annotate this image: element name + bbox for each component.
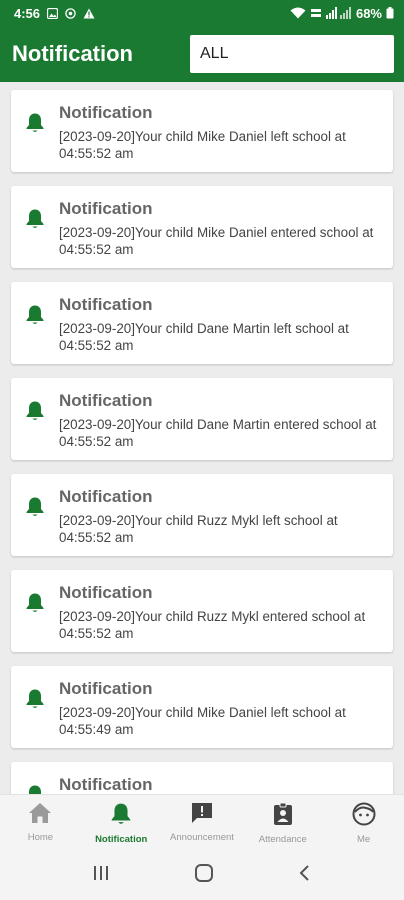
system-nav-bar xyxy=(0,850,404,900)
bell-icon xyxy=(25,112,45,139)
notification-title: Notification xyxy=(59,295,153,314)
notification-message: [2023-09-20]Your child Mike Daniel enter… xyxy=(59,225,374,257)
notification-message: [2023-09-20]Your child Ruzz Mykl left sc… xyxy=(59,513,338,545)
nav-notification[interactable]: Notification xyxy=(81,795,162,850)
bell-icon xyxy=(25,784,45,794)
attendance-icon xyxy=(272,802,294,831)
nav-label: Notification xyxy=(95,834,148,845)
page-title: Notification xyxy=(12,41,133,66)
notification-card[interactable]: Notification [2023-09-20]Your child Dane… xyxy=(11,282,393,364)
notification-title: Notification xyxy=(59,199,153,218)
battery-icon xyxy=(386,7,394,19)
notification-title: Notification xyxy=(59,775,153,794)
bell-icon xyxy=(25,400,45,427)
nav-label: Me xyxy=(356,834,371,845)
notification-title: Notification xyxy=(59,391,153,410)
notification-card[interactable]: Notification xyxy=(11,762,393,794)
bell-icon xyxy=(25,208,45,235)
bell-icon xyxy=(25,496,45,523)
gallery-icon xyxy=(47,7,59,19)
notification-title: Notification xyxy=(59,103,153,122)
face-icon xyxy=(352,802,376,831)
home-button[interactable] xyxy=(194,863,214,888)
wifi-icon xyxy=(290,7,306,19)
volte-icon xyxy=(310,7,322,19)
app-status-icon xyxy=(65,7,76,19)
announcement-icon xyxy=(190,802,214,829)
nav-me[interactable]: Me xyxy=(323,795,404,850)
notification-message: [2023-09-20]Your child Ruzz Mykl entered… xyxy=(59,609,366,641)
nav-label: Announcement xyxy=(170,832,234,843)
notification-title: Notification xyxy=(59,583,153,602)
home-icon xyxy=(28,802,52,829)
bottom-nav: Home Notification Announcement Attendanc… xyxy=(0,794,404,850)
bell-icon xyxy=(25,688,45,715)
notification-title: Notification xyxy=(59,487,153,506)
bell-icon xyxy=(25,304,45,331)
notification-card[interactable]: Notification [2023-09-20]Your child Ruzz… xyxy=(11,474,393,556)
notification-card[interactable]: Notification [2023-09-20]Your child Ruzz… xyxy=(11,570,393,652)
bell-icon xyxy=(110,802,132,831)
nav-attendance[interactable]: Attendance xyxy=(242,795,323,850)
notification-card[interactable]: Notification [2023-09-20]Your child Mike… xyxy=(11,666,393,748)
status-bar: 4:56 68% xyxy=(0,0,404,26)
battery-percent: 68% xyxy=(355,5,382,21)
notification-card[interactable]: Notification [2023-09-20]Your child Dane… xyxy=(11,378,393,460)
warning-icon xyxy=(83,8,95,19)
nav-home[interactable]: Home xyxy=(0,795,81,850)
notification-card[interactable]: Notification [2023-09-20]Your child Mike… xyxy=(11,90,393,172)
filter-dropdown[interactable]: ALL xyxy=(190,35,394,73)
bell-icon xyxy=(25,592,45,619)
notification-message: [2023-09-20]Your child Mike Daniel left … xyxy=(59,705,346,737)
nav-label: Home xyxy=(27,832,54,843)
nav-announcement[interactable]: Announcement xyxy=(162,795,243,850)
back-button[interactable] xyxy=(298,864,312,887)
notification-list[interactable]: Notification [2023-09-20]Your child Mike… xyxy=(0,82,404,794)
nav-label: Attendance xyxy=(258,834,307,845)
signal-icon xyxy=(325,7,352,19)
notification-message: [2023-09-20]Your child Dane Martin left … xyxy=(59,321,349,353)
recent-apps-button[interactable] xyxy=(92,865,110,886)
notification-title: Notification xyxy=(59,679,153,698)
notification-message: [2023-09-20]Your child Mike Daniel left … xyxy=(59,129,346,161)
notification-message: [2023-09-20]Your child Dane Martin enter… xyxy=(59,417,377,449)
app-bar: Notification ALL xyxy=(0,26,404,82)
status-time: 4:56 xyxy=(14,5,41,21)
notification-card[interactable]: Notification [2023-09-20]Your child Mike… xyxy=(11,186,393,268)
